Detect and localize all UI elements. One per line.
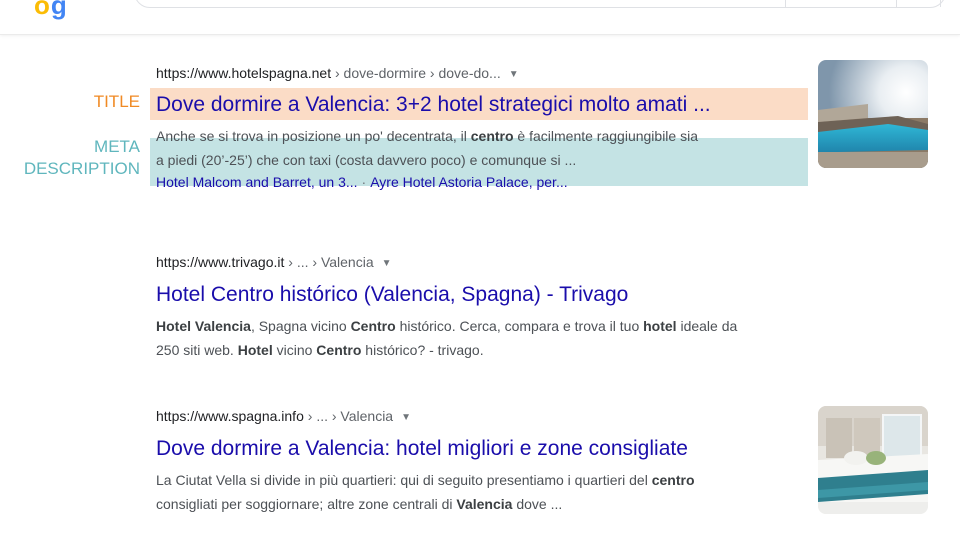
meta-annotation-line1: META	[94, 137, 140, 156]
search-input[interactable]	[151, 0, 625, 7]
result-url[interactable]: https://www.hotelspagna.net › dove-dormi…	[156, 63, 806, 83]
snippet-text: La Ciutat Vella si divide in più quartie…	[156, 472, 652, 488]
search-result: https://www.spagna.info › ... › Valencia…	[156, 406, 806, 512]
result-url[interactable]: https://www.trivago.it › ... › Valencia ▼	[156, 252, 806, 272]
result-title[interactable]: Hotel Centro histórico (Valencia, Spagna…	[156, 281, 806, 309]
search-box[interactable]	[134, 0, 946, 8]
result-thumbnail-bedroom[interactable]	[818, 406, 928, 514]
result-title[interactable]: Dove dormire a Valencia: 3+2 hotel strat…	[156, 91, 806, 119]
snippet-text: histórico. Cerca, compara e trova il tuo	[395, 318, 644, 334]
result-url-path: › ... › Valencia	[303, 408, 394, 424]
caret-down-icon[interactable]: ▼	[382, 254, 392, 274]
result-url-path: › dove-dormire › dove-do...	[331, 65, 501, 81]
sitelink[interactable]: Hotel Malcom and Barret, un 3...	[156, 174, 358, 190]
snippet-text: Anche se si trova in posizione un po' de…	[156, 128, 471, 144]
google-logo[interactable]: og	[34, 0, 68, 21]
snippet-bold: Hotel	[237, 342, 273, 358]
result-url[interactable]: https://www.spagna.info › ... › Valencia…	[156, 406, 806, 426]
result-snippet: La Ciutat Vella si divide in più quartie…	[156, 468, 806, 516]
snippet-bold: centro	[470, 128, 514, 144]
snippet-text: a piedi (20’-25’) che con taxi (costa da…	[156, 152, 577, 168]
search-result: https://www.hotelspagna.net › dove-dormi…	[156, 63, 806, 190]
snippet-bold: Centro	[350, 318, 396, 334]
snippet-text: , Spagna vicino	[250, 318, 351, 334]
snippet-bold: Valencia	[456, 496, 513, 512]
snippet-bold: centro	[651, 472, 695, 488]
search-header: og	[0, 0, 960, 35]
snippet-bold: Hotel Valencia	[156, 318, 251, 334]
snippet-text: 250 siti web.	[156, 342, 238, 358]
snippet-text: è facilmente raggiungibile sia	[513, 128, 698, 144]
result-url-path: › ... › Valencia	[284, 254, 374, 270]
snippet-text: consigliati per soggiornare; altre zone …	[156, 496, 457, 512]
result-snippet: Hotel Valencia, Spagna vicino Centro his…	[156, 314, 876, 362]
snippet-text: dove ...	[512, 496, 563, 512]
snippet-text: histórico? - trivago.	[361, 342, 484, 358]
result-snippet: Anche se si trova in posizione un po' de…	[156, 124, 806, 172]
caret-down-icon[interactable]: ▼	[401, 408, 411, 428]
search-result: https://www.trivago.it › ... › Valencia ▼…	[156, 252, 806, 358]
sitelink[interactable]: Ayre Hotel Astoria Palace, per...	[370, 174, 567, 190]
result-sitelinks: Hotel Malcom and Barret, un 3... · Ayre Ho…	[156, 172, 806, 192]
search-box-button[interactable]	[785, 0, 897, 7]
result-url-domain: https://www.hotelspagna.net	[156, 65, 332, 81]
snippet-bold: hotel	[643, 318, 677, 334]
result-url-domain: https://www.spagna.info	[156, 408, 304, 424]
meta-annotation-line2: DESCRIPTION	[23, 159, 140, 178]
title-annotation: TITLE	[93, 92, 140, 111]
snippet-text: ideale da	[676, 318, 738, 334]
caret-down-icon[interactable]: ▼	[509, 65, 519, 85]
meta-description-annotation: META DESCRIPTION	[0, 136, 140, 180]
result-thumbnail-pool[interactable]	[818, 60, 928, 168]
result-url-domain: https://www.trivago.it	[156, 254, 285, 270]
result-title[interactable]: Dove dormire a Valencia: hotel migliori …	[156, 435, 806, 463]
search-box-button[interactable]	[940, 0, 941, 7]
snippet-bold: Centro	[316, 342, 362, 358]
sitelink-separator: ·	[361, 174, 367, 190]
snippet-text: vicino	[272, 342, 317, 358]
